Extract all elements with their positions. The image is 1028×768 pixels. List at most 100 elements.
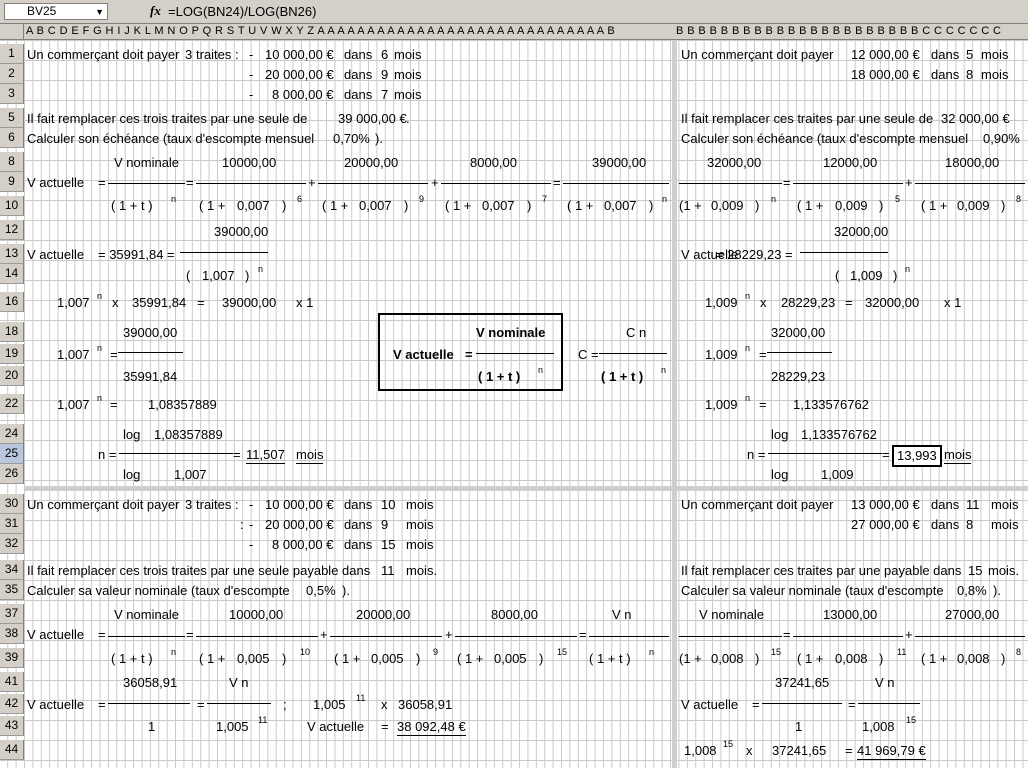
row-header-5[interactable]: 5 [0,108,24,128]
row-header-30[interactable]: 30 [0,494,24,514]
cell-left-r3-e: 8 000,00 € [272,87,334,102]
cell-left-r39-e: ( 1 + t ) [589,651,631,666]
cell-left-r37-c: 20000,00 [356,607,411,622]
fraction-line [108,636,185,637]
cell-left-r35-a: Calculer sa valeur nominale (taux d'esco… [27,583,290,598]
row-header-44[interactable]: 44 [0,740,24,760]
select-all-corner[interactable] [0,24,24,40]
cell-left-r39-en: n [649,647,655,657]
cell-left-r32-f: dans [344,537,373,552]
row-header-3[interactable]: 3 [0,84,24,104]
cell-left-r25-c: mois [296,447,324,464]
cell-left-r6-c: ). [375,131,383,146]
cell-left-r16-c: 39000,00 [222,295,277,310]
cell-right-r6-a: Calculer son échéance (taux d'escompte m… [681,131,969,146]
row-header-10[interactable]: 10 [0,196,24,216]
row-header-32[interactable]: 32 [0,534,24,554]
cell-right-r35-c: ). [993,583,1001,598]
fraction-line [793,636,903,637]
row-header-2[interactable]: 2 [0,64,24,84]
row-header-38[interactable]: 38 [0,624,24,644]
cell-right-r9-plus: + [905,175,913,190]
row-header-6[interactable]: 6 [0,128,24,148]
cell-left-r31-f: dans [344,517,373,532]
cell-left-r39-bn: 10 [300,647,311,657]
cell-right-r10-c3: ) [1001,198,1006,213]
cell-left-r31-g: 9 [381,517,389,532]
row-header-9[interactable]: 9 [0,172,24,192]
column-headers[interactable]: A B C D E F G H I J K L M N O P Q R S T … [0,24,1028,40]
cell-right-r1-e: mois [981,47,1009,62]
cell-center_box-c_n: n [661,365,667,375]
formula-input[interactable]: =LOG(BN24)/LOG(BN26) [168,2,1024,21]
cell-right-r19-n: n [745,343,751,353]
row-header-13[interactable]: 13 [0,244,24,264]
cell-left-r19-n: n [97,343,103,353]
cell-left-r2-e: 20 000,00 € [265,67,334,82]
cell-center_box-den: ( 1 + t ) [478,369,521,384]
fraction-line [119,453,233,454]
fraction-line [108,703,190,704]
horizontal-split-divider[interactable] [24,486,1028,491]
row-header-37[interactable]: 37 [0,604,24,624]
column-labels-left[interactable]: A B C D E F G H I J K L M N O P Q R S T … [26,24,615,39]
cell-center_box-num: V nominale [476,325,546,340]
function-icon[interactable]: fx [150,3,161,19]
row-header-34[interactable]: 34 [0,560,24,580]
cell-left-r1-a: Un commerçant doit payer [27,47,180,62]
row-header-16[interactable]: 16 [0,292,24,312]
row-header-1[interactable]: 1 [0,44,24,64]
cell-left-r34-b: 11 [381,563,395,578]
cell-left-r43-c: V actuelle [307,719,365,734]
cell-left-r32-e: 8 000,00 € [272,537,334,552]
name-box[interactable]: BV25 ▼ [4,3,108,20]
cell-left-r3-h: mois [394,87,422,102]
row-header-31[interactable]: 31 [0,514,24,534]
cell-right-r43-a: 1 [795,719,803,734]
column-labels-right[interactable]: B B B B B B B B B B B B B B B B B B B B … [676,24,1001,39]
row-header-20[interactable]: 20 [0,366,24,386]
cell-right-r16-a: 1,009 [705,295,738,310]
cell-right-r42-eq2: = [848,697,856,712]
row-header-43[interactable]: 43 [0,716,24,736]
cell-right-r5-a: Il fait remplacer ces traites par une se… [681,111,934,126]
cell-right-r10-an: n [771,194,777,204]
row-header-22[interactable]: 22 [0,394,24,414]
row-header-35[interactable]: 35 [0,580,24,600]
cell-left-r42-x: x [381,697,388,712]
cell-left-r14-b: 1,007 [202,268,235,283]
row-header-39[interactable]: 39 [0,648,24,668]
row-header-14[interactable]: 14 [0,264,24,284]
cell-left-r16-n: n [97,291,103,301]
cell-right-r25-a: n = [747,447,766,462]
cell-left-r39-c3: ) [416,651,421,666]
cell-left-r1-d: - [249,47,254,62]
row-header-8[interactable]: 8 [0,152,24,172]
cell-left-r35-b: 0,5% [306,583,336,598]
cell-right-r22-a: 1,009 [705,397,738,412]
row-header-25[interactable]: 25 [0,444,24,464]
cell-left-r8-c: 20000,00 [344,155,399,170]
cell-right-r39-b: ( 1 + [797,651,824,666]
cell-left-r37-b: 10000,00 [229,607,284,622]
cell-right-r10-a: (1 + [679,198,702,213]
cell-left-r3-d: - [249,87,254,102]
row-header-18[interactable]: 18 [0,322,24,342]
chevron-down-icon[interactable]: ▼ [95,5,104,20]
cell-left-r39-d: ( 1 + [457,651,484,666]
row-header-12[interactable]: 12 [0,220,24,240]
cell-right-r39-cn: 8 [1016,647,1022,657]
cell-left-r22-a: 1,007 [57,397,90,412]
cell-right-r10-bn: 5 [895,194,901,204]
row-header-42[interactable]: 42 [0,694,24,714]
row-header-26[interactable]: 26 [0,464,24,484]
cell-right-r34-b: 15 [968,563,983,578]
cell-left-r10-e3: ) [649,198,654,213]
row-header-41[interactable]: 41 [0,672,24,692]
vertical-split-divider[interactable] [672,40,677,768]
cell-center_box-c_eq: C = [578,347,599,362]
cell-right-r34-a: Il fait remplacer ces traites par une pa… [681,563,962,578]
row-header-24[interactable]: 24 [0,424,24,444]
cell-right-r1-a: Un commerçant doit payer [681,47,834,62]
row-header-19[interactable]: 19 [0,344,24,364]
